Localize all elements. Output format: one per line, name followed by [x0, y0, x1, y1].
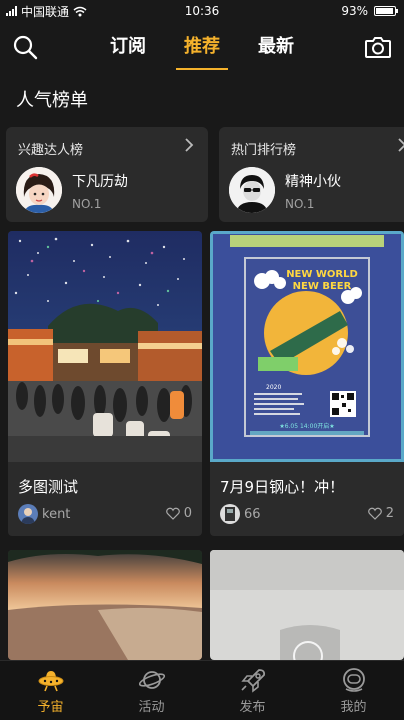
nav-label: 发布: [239, 700, 266, 715]
feed-tabs: 订阅 推荐 最新: [0, 22, 404, 72]
rank-number: NO.1: [72, 197, 102, 211]
post-image: [210, 550, 404, 660]
tab-subscribe[interactable]: 订阅: [102, 22, 154, 72]
post-card[interactable]: NEW WORLD NEW BEER 2020 ★6.05 14:00开启★ 7…: [210, 231, 404, 536]
like-button[interactable]: 2: [367, 506, 394, 521]
heart-icon: [165, 507, 180, 520]
top-user-name: 精神小伙: [285, 174, 341, 190]
nav-universe[interactable]: 予宙: [0, 661, 101, 720]
post-card[interactable]: [210, 550, 404, 660]
tab-recommend[interactable]: 推荐: [176, 22, 228, 72]
nav-label: 活动: [138, 700, 165, 715]
battery-percent: 93%: [341, 4, 368, 18]
status-bar: 中国联通 10:36 93%: [0, 0, 404, 22]
astronaut-icon: [342, 668, 365, 692]
nav-label: 我的: [340, 700, 367, 715]
nav-activity[interactable]: 活动: [101, 661, 202, 720]
avatar: [229, 167, 275, 213]
post-title: 7月9日钢心！冲！: [220, 478, 345, 496]
like-button[interactable]: 0: [165, 506, 192, 521]
post-image: [8, 550, 202, 660]
bottom-nav: 予宙 活动 发布 我的: [0, 660, 404, 720]
svg-text:★6.05 14:00开启★: ★6.05 14:00开启★: [279, 422, 334, 430]
svg-text:NEW BEER: NEW BEER: [293, 281, 352, 292]
post-image: [8, 231, 202, 462]
nav-label: 予宙: [37, 700, 64, 715]
avatar: [220, 504, 240, 524]
rocket-icon: [240, 669, 265, 693]
camera-icon[interactable]: [364, 34, 392, 60]
nav-publish[interactable]: 发布: [202, 661, 303, 720]
avatar: [16, 167, 62, 213]
post-card[interactable]: [8, 550, 202, 660]
top-header: 订阅 推荐 最新: [0, 22, 404, 72]
nav-me[interactable]: 我的: [303, 661, 404, 720]
svg-text:NEW WORLD: NEW WORLD: [286, 269, 358, 280]
rank-card-interest[interactable]: 兴趣达人榜 下凡历劫 NO.1: [6, 127, 208, 222]
tab-latest[interactable]: 最新: [250, 22, 302, 72]
like-count: 0: [183, 506, 192, 521]
svg-text:2020: 2020: [266, 384, 281, 391]
heart-icon: [367, 507, 382, 520]
chevron-right-icon: [185, 138, 194, 152]
ufo-icon: [38, 671, 63, 692]
post-card[interactable]: 多图测试 kent 0: [8, 231, 202, 536]
rank-number: NO.1: [285, 197, 315, 211]
chevron-right-icon: [398, 138, 404, 152]
avatar: [18, 504, 38, 524]
top-user-name: 下凡历劫: [72, 174, 128, 190]
like-count: 2: [385, 506, 394, 521]
rank-card-title: 热门排行榜: [231, 143, 297, 158]
post-author: 66: [244, 507, 261, 522]
post-image: NEW WORLD NEW BEER 2020 ★6.05 14:00开启★: [210, 231, 404, 462]
section-title: 人气榜单: [16, 90, 88, 111]
battery-icon: [374, 6, 398, 16]
post-title: 多图测试: [18, 478, 79, 496]
rank-card-title: 兴趣达人榜: [18, 143, 84, 158]
post-author: kent: [42, 507, 71, 522]
planet-icon: [138, 671, 165, 689]
rank-card-popular[interactable]: 热门排行榜 精神小伙 NO.1: [219, 127, 404, 222]
